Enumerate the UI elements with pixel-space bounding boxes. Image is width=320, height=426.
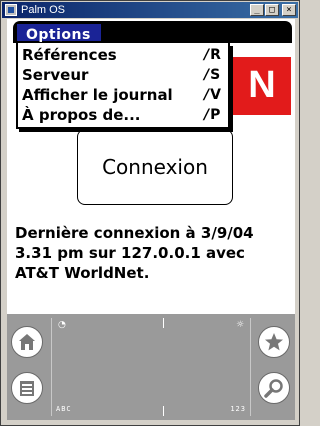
last-connection-status: Dernière connexion à 3/9/04 3.31 pm sur … <box>15 224 254 282</box>
menu-item-shortcut: /V <box>204 85 226 105</box>
writing-area-divider-top <box>163 318 164 328</box>
search-icon <box>264 379 283 398</box>
shortcut-stroke: / <box>204 87 210 103</box>
shortcut-stroke: / <box>204 107 210 123</box>
window-title-bar[interactable]: Palm OS _ □ × <box>2 2 298 18</box>
minimize-button[interactable]: _ <box>250 4 264 16</box>
menu-item-references[interactable]: Références /R <box>22 45 228 65</box>
numeric-keyboard-label[interactable]: 123 <box>230 404 246 414</box>
graffiti-writing-area[interactable]: ◔ ☼ ABC 123 <box>51 318 251 416</box>
shortcut-key: P <box>210 107 221 123</box>
home-icon <box>19 334 35 350</box>
menu-options-label: Options <box>26 27 91 43</box>
menu-item-server[interactable]: Serveur /S <box>22 65 228 85</box>
menu-bar: Options <box>13 21 292 43</box>
menu-item-label: Références <box>22 46 117 64</box>
home-button[interactable] <box>11 326 43 358</box>
writing-area-divider-bottom <box>163 406 164 416</box>
shortcut-key: S <box>210 67 221 83</box>
maximize-button[interactable]: □ <box>265 4 279 16</box>
menu-item-view-log[interactable]: Afficher le journal /V <box>22 85 228 105</box>
app-icon[interactable] <box>5 4 17 16</box>
shortcut-key: R <box>210 47 221 63</box>
connect-button-label: Connexion <box>102 155 208 179</box>
menu-item-shortcut: /R <box>204 45 226 65</box>
graffiti-area: ◔ ☼ ABC 123 <box>7 314 295 420</box>
menu-icon <box>20 381 34 396</box>
menu-item-about[interactable]: À propos de... /P <box>22 105 228 125</box>
connect-button[interactable]: Connexion <box>77 129 233 205</box>
logo-letter: N <box>248 64 276 106</box>
menu-options[interactable]: Options <box>17 24 101 43</box>
menu-item-label: À propos de... <box>22 106 141 124</box>
shortcut-stroke: / <box>204 67 210 83</box>
options-menu-dropdown: Références /R Serveur /S Afficher le jou… <box>16 43 230 129</box>
star-icon <box>265 333 283 351</box>
app-logo: N <box>233 57 291 115</box>
find-button[interactable] <box>258 372 290 404</box>
window-title: Palm OS <box>21 4 66 16</box>
palm-screen: Options N Connexion Dernière connexion à… <box>7 19 295 314</box>
menu-item-shortcut: /S <box>204 65 226 85</box>
palm-os-window: Palm OS _ □ × Options N Connexion Derniè… <box>0 0 300 426</box>
shortcut-stroke: / <box>204 47 210 63</box>
clock-icon[interactable]: ◔ <box>58 320 66 330</box>
menu-item-label: Serveur <box>22 66 89 84</box>
abc-keyboard-label[interactable]: ABC <box>56 404 72 414</box>
favorites-button[interactable] <box>258 326 290 358</box>
menu-button[interactable] <box>11 372 43 404</box>
menu-item-shortcut: /P <box>204 105 226 125</box>
brightness-icon[interactable]: ☼ <box>236 320 244 330</box>
close-button[interactable]: × <box>282 4 296 16</box>
shortcut-key: V <box>210 87 221 103</box>
menu-item-label: Afficher le journal <box>22 86 173 104</box>
